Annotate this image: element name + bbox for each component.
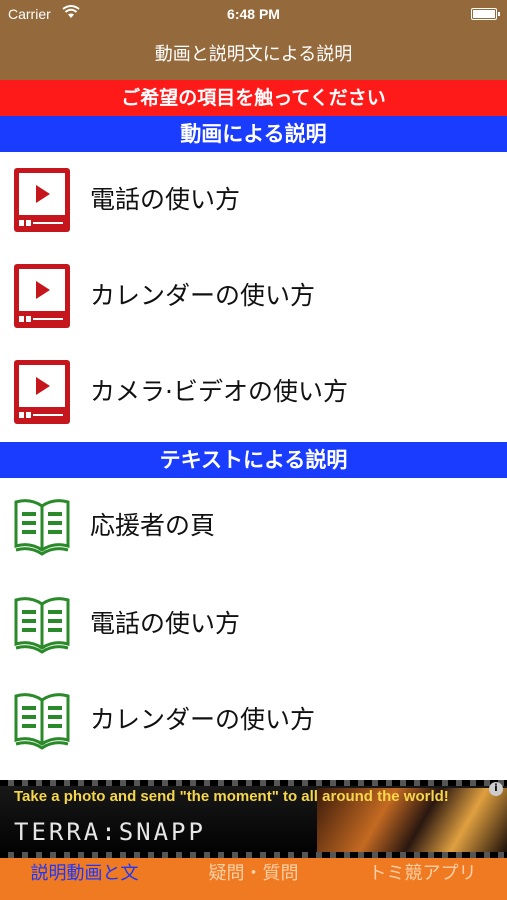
clock: 6:48 PM (227, 6, 280, 22)
list-item-label: カメラ·ビデオの使い方 (90, 377, 348, 406)
tab-video-and-text[interactable]: 説明動画と文 (0, 858, 169, 900)
text-section-header: テキストによる説明 (0, 442, 507, 478)
tab-bar: 説明動画と文 疑問・質問 トミ競アプリ (0, 858, 507, 900)
text-item-phone[interactable]: 電話の使い方 (0, 576, 507, 672)
video-player-icon (14, 264, 70, 328)
list-item-label: 応援者の頁 (90, 511, 216, 540)
open-book-icon (14, 597, 70, 654)
open-book-icon (14, 499, 70, 556)
video-player-icon (14, 360, 70, 424)
ad-tagline: Take a photo and send "the moment" to al… (14, 788, 449, 805)
list-item-label: カレンダーの使い方 (90, 281, 316, 310)
ad-info-icon[interactable]: i (489, 782, 503, 796)
list-item-label: カレンダーの使い方 (90, 705, 316, 734)
tab-questions[interactable]: 疑問・質問 (169, 858, 338, 900)
text-item-calendar[interactable]: カレンダーの使い方 (0, 672, 507, 768)
ad-banner[interactable]: Take a photo and send "the moment" to al… (0, 780, 507, 858)
video-player-icon (14, 168, 70, 232)
video-section-header: 動画による説明 (0, 116, 507, 152)
text-item-supporters[interactable]: 応援者の頁 (0, 478, 507, 574)
open-book-icon (14, 693, 70, 750)
video-item-phone[interactable]: 電話の使い方 (0, 152, 507, 248)
tab-apps[interactable]: トミ競アプリ (338, 858, 507, 900)
film-strip-top (0, 780, 507, 786)
battery-icon (471, 8, 500, 20)
status-bar: Carrier 6:48 PM (0, 0, 507, 30)
video-item-camera[interactable]: カメラ·ビデオの使い方 (0, 344, 507, 440)
list-item-label: 電話の使い方 (90, 609, 241, 638)
ad-logo: TERRA:SNAPP (14, 818, 206, 846)
video-item-calendar[interactable]: カレンダーの使い方 (0, 248, 507, 344)
page-title: 動画と説明文による説明 (0, 30, 507, 80)
instruction-banner: ご希望の項目を触ってください (0, 80, 507, 116)
list-item-label: 電話の使い方 (90, 185, 241, 214)
